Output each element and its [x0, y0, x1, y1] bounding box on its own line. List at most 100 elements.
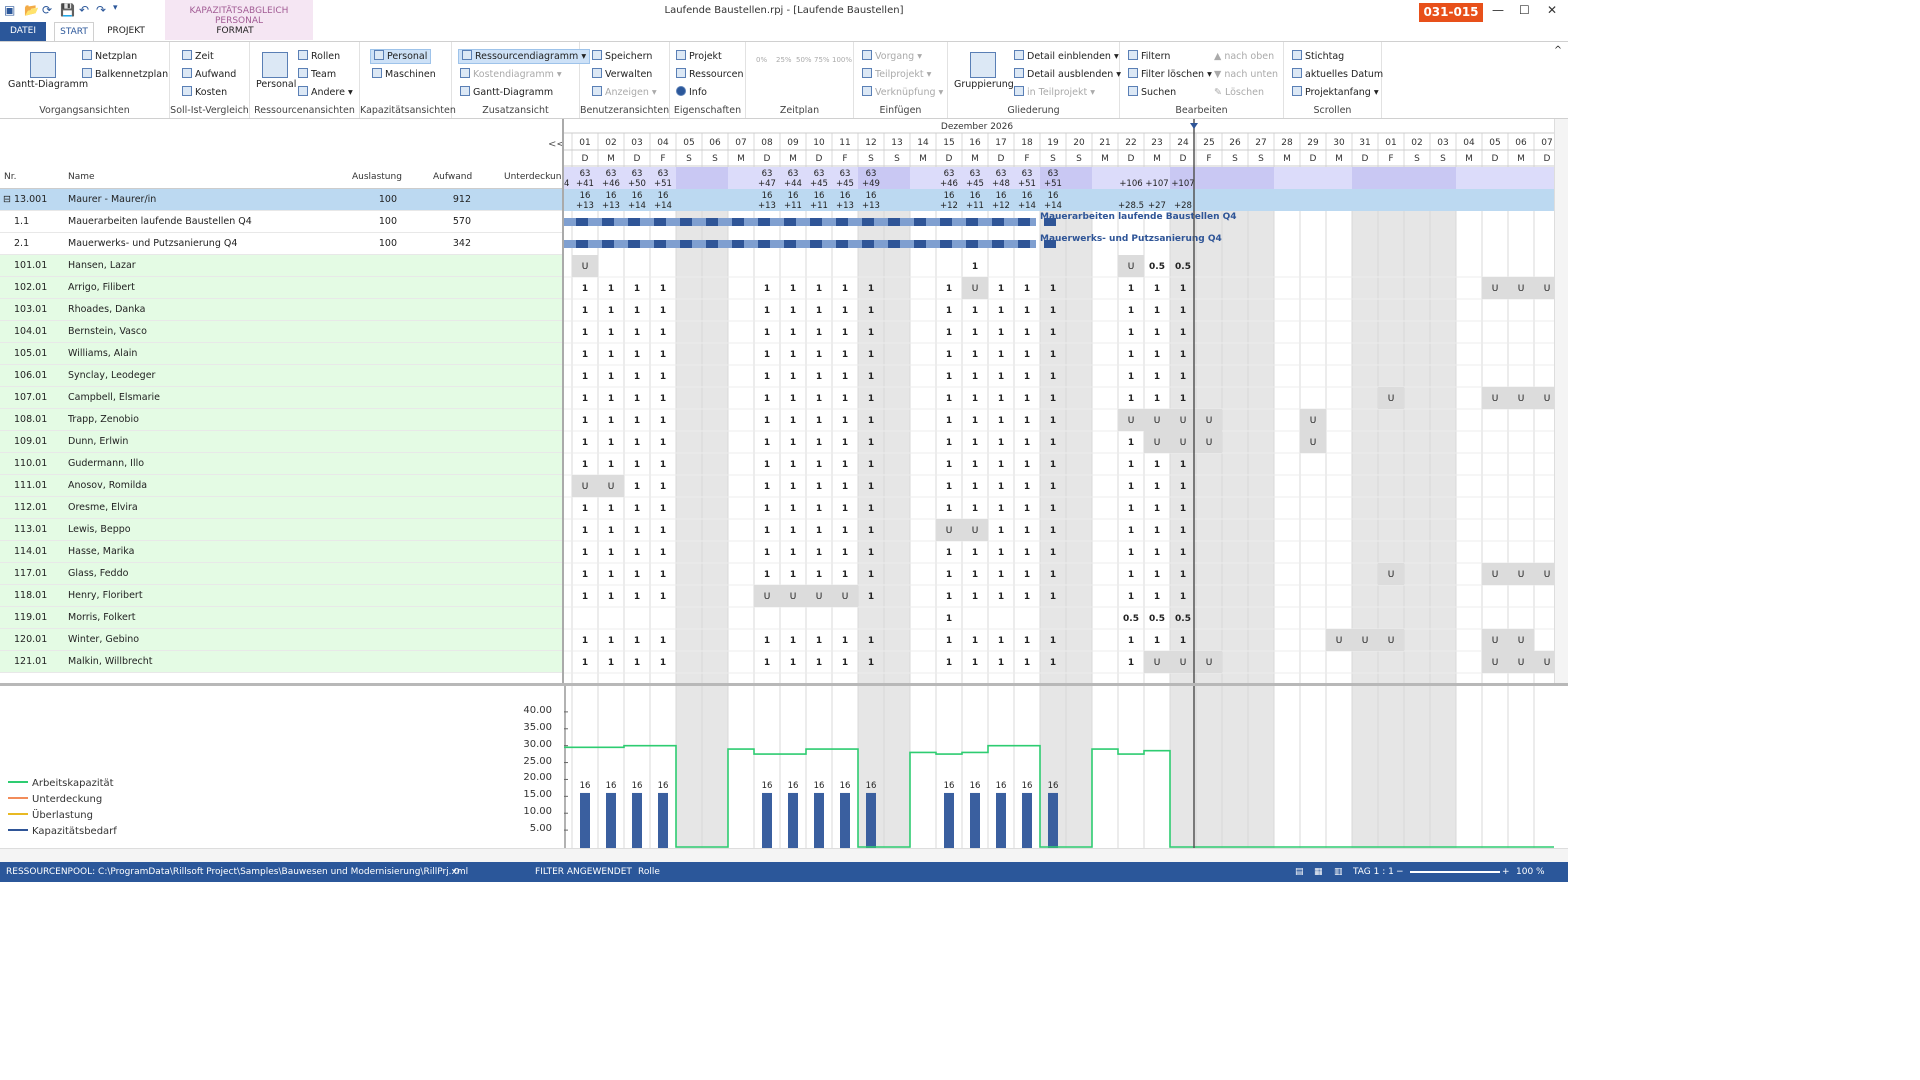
assignment-cell[interactable]: 1 — [1180, 570, 1186, 580]
assignment-cell[interactable]: 1 — [634, 570, 640, 580]
zoom-slider[interactable] — [1410, 871, 1500, 873]
assignment-cell[interactable]: 1 — [582, 548, 588, 558]
assignment-cell[interactable]: 1 — [946, 394, 952, 404]
assignment-cell[interactable]: 1 — [868, 460, 874, 470]
assignment-cell[interactable]: 1 — [998, 350, 1004, 360]
assignment-cell[interactable]: 1 — [842, 548, 848, 558]
assignment-cell[interactable]: 1 — [608, 350, 614, 360]
assignment-cell[interactable]: 1 — [868, 526, 874, 536]
assignment-cell[interactable]: 1 — [634, 306, 640, 316]
assignment-cell[interactable]: 1 — [816, 372, 822, 382]
assignment-cell[interactable]: 1 — [1180, 394, 1186, 404]
assignment-cell[interactable]: 1 — [764, 526, 770, 536]
assignment-cell[interactable]: 1 — [946, 284, 952, 294]
assignment-cell[interactable]: 1 — [764, 482, 770, 492]
col-header-nr[interactable]: Nr. — [4, 172, 16, 182]
resource-row[interactable]: 105.01 Williams, Alain — [0, 343, 563, 365]
assignment-cell[interactable]: 1 — [998, 306, 1004, 316]
assignment-cell[interactable]: 1 — [660, 284, 666, 294]
assignment-cell[interactable]: 1 — [660, 548, 666, 558]
assignment-cell[interactable]: 1 — [1024, 328, 1030, 338]
assignment-cell[interactable]: 1 — [842, 636, 848, 646]
ribbon-collapse-icon[interactable]: ^ — [1554, 44, 1562, 57]
assignment-cell[interactable]: U — [1310, 416, 1317, 426]
assignment-cell[interactable]: 1 — [972, 372, 978, 382]
aktuelles-datum-button[interactable]: aktuelles Datum — [1292, 68, 1383, 81]
assignment-cell[interactable]: 1 — [634, 438, 640, 448]
assignment-cell[interactable]: 1 — [634, 526, 640, 536]
resource-row[interactable]: 103.01 Rhoades, Danka — [0, 299, 563, 321]
assignment-cell[interactable]: 1 — [582, 350, 588, 360]
assignment-cell[interactable]: 1 — [660, 394, 666, 404]
assignment-cell[interactable]: 1 — [946, 592, 952, 602]
assignment-cell[interactable]: 1 — [634, 284, 640, 294]
assignment-cell[interactable]: 1 — [608, 504, 614, 514]
assignment-cell[interactable]: 1 — [868, 416, 874, 426]
resource-row[interactable]: 109.01 Dunn, Erlwin — [0, 431, 563, 453]
assignment-cell[interactable]: 1 — [660, 482, 666, 492]
assignment-cell[interactable]: U — [1336, 636, 1343, 646]
assignment-cell[interactable]: 1 — [1024, 284, 1030, 294]
assignment-cell[interactable]: 1 — [582, 570, 588, 580]
resource-row[interactable]: 102.01 Arrigo, Filibert — [0, 277, 563, 299]
assignment-cell[interactable]: 1 — [842, 306, 848, 316]
assignment-cell[interactable]: 1 — [582, 526, 588, 536]
assignment-cell[interactable]: U — [1154, 416, 1161, 426]
assignment-cell[interactable]: 1 — [790, 548, 796, 558]
assignment-cell[interactable]: 1 — [1050, 328, 1056, 338]
assignment-cell[interactable]: U — [1362, 636, 1369, 646]
assignment-cell[interactable]: 1 — [868, 570, 874, 580]
zoom-in-button[interactable]: + — [1502, 862, 1510, 882]
assignment-cell[interactable]: 1 — [1154, 504, 1160, 514]
assignment-cell[interactable]: U — [1544, 394, 1551, 404]
resource-row[interactable]: 118.01 Henry, Floribert — [0, 585, 563, 607]
assignment-cell[interactable]: 1 — [816, 526, 822, 536]
assignment-cell[interactable]: 1 — [1050, 284, 1056, 294]
assignment-cell[interactable]: 1 — [764, 636, 770, 646]
assignment-cell[interactable]: 1 — [764, 394, 770, 404]
assignment-cell[interactable]: 1 — [842, 482, 848, 492]
assignment-cell[interactable]: 1 — [582, 306, 588, 316]
assignment-cell[interactable]: 1 — [842, 460, 848, 470]
view-split-icon[interactable]: ▦ — [1314, 862, 1323, 882]
kosten-button[interactable]: Kosten — [182, 86, 227, 99]
assignment-cell[interactable]: 1 — [1050, 306, 1056, 316]
assignment-cell[interactable]: 1 — [1024, 482, 1030, 492]
assignment-cell[interactable]: 1 — [1180, 636, 1186, 646]
assignment-cell[interactable]: 1 — [972, 570, 978, 580]
assignment-cell[interactable]: 1 — [608, 548, 614, 558]
maximize-icon[interactable]: ☐ — [1519, 3, 1530, 17]
assignment-cell[interactable]: U — [1128, 416, 1135, 426]
assignment-cell[interactable]: 1 — [1154, 306, 1160, 316]
assignment-cell[interactable]: 1 — [660, 526, 666, 536]
assignment-cell[interactable]: 1 — [582, 416, 588, 426]
sync-icon[interactable]: ⟲ — [452, 862, 460, 882]
assignment-cell[interactable]: 1 — [790, 482, 796, 492]
aufwand-button[interactable]: Aufwand — [182, 68, 236, 81]
projekt-properties-button[interactable]: Projekt — [676, 50, 722, 63]
assignment-cell[interactable]: 1 — [998, 570, 1004, 580]
andere-button[interactable]: Andere ▾ — [298, 86, 353, 99]
assignment-cell[interactable]: 1 — [790, 438, 796, 448]
assignment-cell[interactable]: 1 — [1154, 328, 1160, 338]
assignment-cell[interactable]: 1 — [972, 658, 978, 668]
col-header-auslastung[interactable]: Auslastung — [352, 172, 402, 182]
tab-start[interactable]: START — [54, 22, 94, 41]
assignment-cell[interactable]: 1 — [1154, 394, 1160, 404]
assignment-cell[interactable]: 1 — [998, 460, 1004, 470]
assignment-cell[interactable]: 1 — [1050, 504, 1056, 514]
assignment-cell[interactable]: 1 — [582, 438, 588, 448]
assignment-cell[interactable]: 1 — [582, 394, 588, 404]
progress-75-button[interactable]: 75% — [814, 54, 830, 67]
assignment-cell[interactable]: 1 — [1024, 570, 1030, 580]
assignment-cell[interactable]: 1 — [1128, 394, 1134, 404]
assignment-cell[interactable]: 1 — [816, 460, 822, 470]
assignment-cell[interactable]: 0.5 — [1175, 614, 1191, 624]
assignment-cell[interactable]: 1 — [972, 350, 978, 360]
assignment-cell[interactable]: 1 — [582, 636, 588, 646]
assignment-cell[interactable]: 1 — [1180, 548, 1186, 558]
assignment-cell[interactable]: 1 — [1154, 570, 1160, 580]
maschinen-button[interactable]: Maschinen — [372, 68, 436, 81]
assignment-cell[interactable]: 1 — [868, 482, 874, 492]
assignment-cell[interactable]: 1 — [868, 394, 874, 404]
